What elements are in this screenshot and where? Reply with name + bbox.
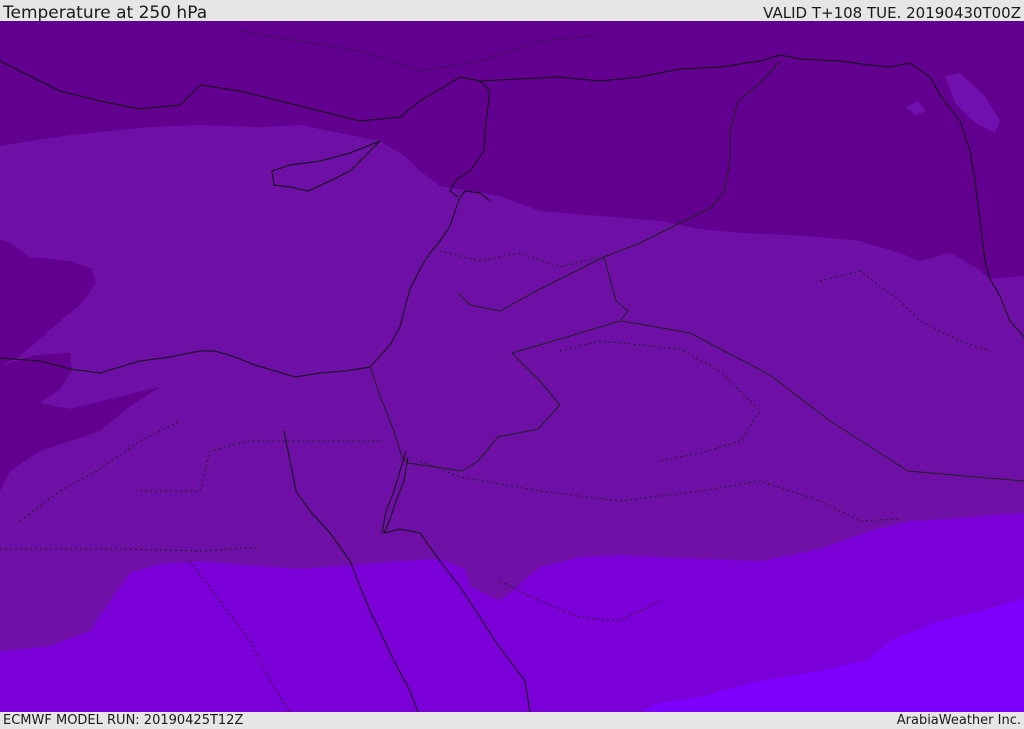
map-area[interactable] (0, 21, 1024, 712)
credit: ArabiaWeather Inc. (896, 713, 1021, 728)
temperature-map[interactable] (0, 21, 1024, 712)
header-bar: Temperature at 250 hPa VALID T+108 TUE. … (0, 0, 1024, 23)
footer-bar: ECMWF MODEL RUN: 20190425T12Z ArabiaWeat… (0, 712, 1024, 729)
valid-time: VALID T+108 TUE. 20190430T00Z (763, 4, 1021, 22)
model-run: ECMWF MODEL RUN: 20190425T12Z (3, 713, 244, 728)
map-title: Temperature at 250 hPa (3, 3, 208, 23)
